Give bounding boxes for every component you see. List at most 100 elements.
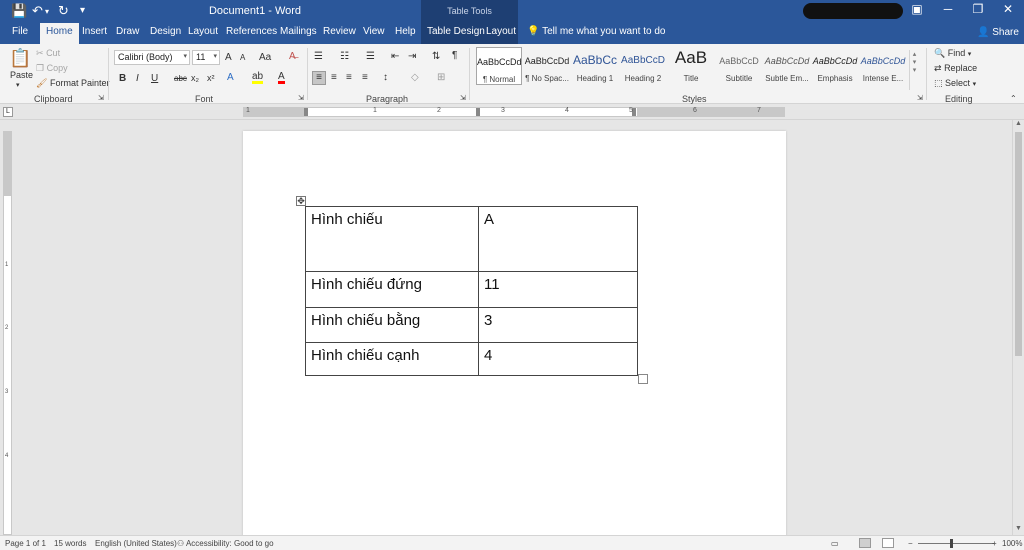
paste-icon[interactable]: 📋	[9, 48, 31, 69]
show-marks-icon[interactable]: ¶	[452, 50, 457, 61]
ribbon-display-options-icon[interactable]: ▣	[907, 2, 927, 16]
tab-table-design[interactable]: Table Design	[427, 26, 485, 37]
zoom-slider-thumb[interactable]	[950, 539, 953, 548]
paragraph-launcher-icon[interactable]: ⇲	[460, 94, 466, 102]
tab-help[interactable]: Help	[395, 26, 416, 37]
clipboard-launcher-icon[interactable]: ⇲	[98, 94, 104, 102]
text-effects-icon[interactable]: A	[227, 72, 234, 83]
web-layout-icon[interactable]	[882, 538, 894, 548]
bold-button[interactable]: B	[119, 73, 126, 84]
table-cell[interactable]: Hình chiếu bằng	[305, 307, 479, 343]
style-subtle-emphasis[interactable]: AaBbCcDd Subtle Em...	[764, 47, 810, 85]
line-spacing-icon[interactable]: ↕	[383, 72, 388, 83]
share-button[interactable]: 👤 Share	[977, 27, 1019, 38]
bullets-icon[interactable]: ☰	[314, 51, 323, 62]
style-subtitle[interactable]: AaBbCcD Subtitle	[716, 47, 762, 85]
font-launcher-icon[interactable]: ⇲	[298, 94, 304, 102]
vertical-scrollbar[interactable]: ▲ ▼	[1012, 120, 1024, 535]
document-table[interactable]: Hình chiếu A Hình chiếu đứng 11 Hình chi…	[305, 206, 638, 376]
word-count[interactable]: 15 words	[54, 539, 86, 548]
column-marker[interactable]	[476, 108, 480, 116]
zoom-out-icon[interactable]: −	[908, 539, 913, 548]
style-heading-1[interactable]: AaBbCc Heading 1	[572, 47, 618, 85]
format-painter-button[interactable]: 🖌 Format Painter	[36, 78, 109, 89]
scroll-down-icon[interactable]: ▼	[1013, 525, 1024, 535]
align-right-icon[interactable]: ≡	[346, 72, 352, 83]
account-avatar[interactable]	[803, 3, 903, 19]
table-cell[interactable]: 3	[478, 307, 638, 343]
zoom-slider[interactable]	[918, 543, 994, 544]
tab-view[interactable]: View	[363, 26, 385, 37]
style-no-spacing[interactable]: AaBbCcDd ¶ No Spac...	[524, 47, 570, 85]
justify-icon[interactable]: ≡	[362, 72, 368, 83]
document-canvas[interactable]: ✥ Hình chiếu A Hình chiếu đứng 11 Hình c…	[16, 120, 1012, 535]
shading-icon[interactable]: ◇	[411, 72, 419, 83]
chevron-down-icon[interactable]: ▾	[910, 58, 919, 66]
italic-button[interactable]: I	[136, 73, 139, 84]
numbering-icon[interactable]: ☷	[340, 51, 349, 62]
table-cell[interactable]: A	[478, 206, 638, 272]
gallery-more-icon[interactable]: ▾	[910, 66, 919, 74]
shrink-font-icon[interactable]: A	[240, 53, 245, 62]
close-icon[interactable]: ✕	[998, 2, 1018, 16]
tab-insert[interactable]: Insert	[82, 26, 107, 37]
tell-me-search[interactable]: 💡 Tell me what you want to do	[527, 26, 665, 37]
style-title[interactable]: AaB Title	[668, 47, 714, 85]
style-heading-2[interactable]: AaBbCcD Heading 2	[620, 47, 666, 85]
horizontal-ruler[interactable]: 1 1 2 3 4 5 6 7	[243, 107, 785, 117]
tab-review[interactable]: Review	[323, 26, 356, 37]
cut-button[interactable]: ✂ Cut	[36, 48, 60, 59]
focus-mode-icon[interactable]: ▭	[831, 539, 839, 548]
style-emphasis[interactable]: AaBbCcDd Emphasis	[812, 47, 858, 85]
vertical-ruler[interactable]: 1 2 3 4	[3, 131, 12, 535]
underline-button[interactable]: U	[151, 73, 158, 84]
highlight-icon[interactable]: ab	[252, 72, 264, 84]
scroll-up-icon[interactable]: ▲	[1013, 120, 1024, 130]
scrollbar-thumb[interactable]	[1015, 132, 1022, 356]
paste-dropdown-icon[interactable]: ▾	[16, 81, 20, 89]
table-cell[interactable]: 4	[478, 342, 638, 376]
tab-mailings[interactable]: Mailings	[280, 26, 317, 37]
table-cell[interactable]: Hình chiếu cạnh	[305, 342, 479, 376]
borders-icon[interactable]: ⊞	[437, 72, 445, 83]
clear-formatting-icon[interactable]: A̶	[289, 51, 296, 62]
maximize-icon[interactable]: ❐	[968, 2, 988, 16]
tab-references[interactable]: References	[226, 26, 277, 37]
tab-file[interactable]: File	[12, 26, 28, 37]
table-cell[interactable]: 11	[478, 271, 638, 308]
zoom-level[interactable]: 100%	[1002, 539, 1022, 548]
tab-layout[interactable]: Layout	[188, 26, 218, 37]
print-layout-icon[interactable]	[859, 538, 871, 548]
language-indicator[interactable]: English (United States)	[95, 539, 177, 548]
sort-icon[interactable]: ⇅	[432, 51, 440, 62]
font-color-icon[interactable]: A	[278, 72, 285, 84]
table-resize-handle[interactable]	[638, 374, 648, 384]
accessibility-status[interactable]: ⚇ Accessibility: Good to go	[177, 539, 274, 548]
page-count[interactable]: Page 1 of 1	[5, 539, 46, 548]
grow-font-icon[interactable]: A	[225, 52, 232, 63]
superscript-button[interactable]: x²	[207, 73, 215, 83]
decrease-indent-icon[interactable]: ⇤	[391, 51, 399, 62]
increase-indent-icon[interactable]: ⇥	[408, 51, 416, 62]
tab-draw[interactable]: Draw	[116, 26, 139, 37]
subscript-button[interactable]: x₂	[191, 73, 199, 83]
align-center-icon[interactable]: ≡	[331, 72, 337, 83]
collapse-ribbon-icon[interactable]: ⌃	[1010, 94, 1017, 103]
tab-design[interactable]: Design	[150, 26, 181, 37]
table-cell[interactable]: Hình chiếu đứng	[305, 271, 479, 308]
tab-selector[interactable]: L	[3, 107, 13, 117]
chevron-up-icon[interactable]: ▴	[910, 50, 919, 58]
replace-button[interactable]: ⇄ Replace	[934, 63, 977, 74]
style-intense-emphasis[interactable]: AaBbCcDd Intense E...	[860, 47, 906, 85]
minimize-icon[interactable]: ─	[938, 2, 958, 16]
change-case-icon[interactable]: Aa	[259, 52, 271, 63]
styles-launcher-icon[interactable]: ⇲	[917, 94, 923, 102]
tab-home[interactable]: Home	[40, 23, 79, 44]
tab-table-layout[interactable]: Layout	[486, 26, 516, 37]
style-normal[interactable]: AaBbCcDd ¶ Normal	[476, 47, 522, 85]
font-size-combo[interactable]: 11 ▾	[192, 50, 220, 65]
font-name-combo[interactable]: Calibri (Body) ▾	[114, 50, 190, 65]
table-move-handle-icon[interactable]: ✥	[296, 196, 306, 206]
align-left-icon[interactable]: ≡	[312, 71, 326, 85]
select-button[interactable]: ⬚ Select ▾	[934, 78, 976, 89]
